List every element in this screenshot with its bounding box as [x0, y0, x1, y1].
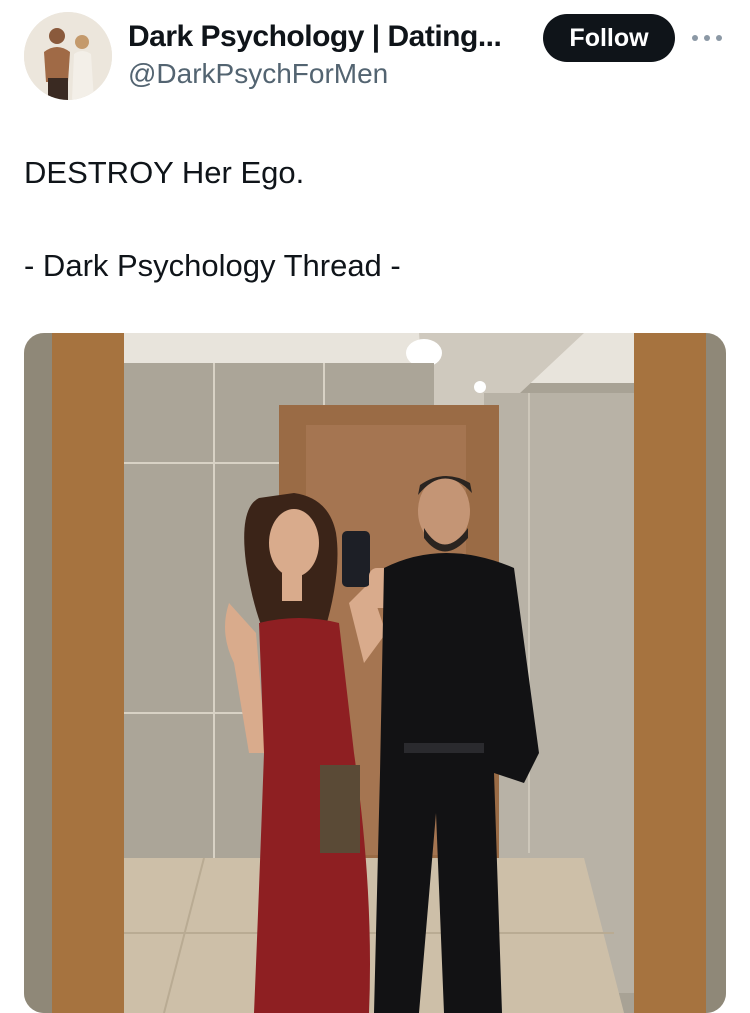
more-dot — [704, 35, 710, 41]
tweet-media-photo[interactable] — [24, 333, 726, 1013]
tweet-text-line: - Dark Psychology Thread - — [24, 248, 401, 283]
photo-illustration — [24, 333, 726, 1013]
more-horizontal-icon[interactable] — [692, 28, 722, 48]
follow-button[interactable]: Follow — [543, 14, 675, 62]
avatar-image — [24, 12, 112, 100]
more-dot — [716, 35, 722, 41]
tweet-header: Dark Psychology | Dating... @DarkPsychFo… — [0, 0, 750, 110]
more-dot — [692, 35, 698, 41]
author-handle[interactable]: @DarkPsychForMen — [128, 58, 388, 90]
author-display-name[interactable]: Dark Psychology | Dating... — [128, 20, 502, 54]
tweet-text-line: DESTROY Her Ego. — [24, 155, 305, 190]
avatar[interactable] — [24, 12, 112, 100]
